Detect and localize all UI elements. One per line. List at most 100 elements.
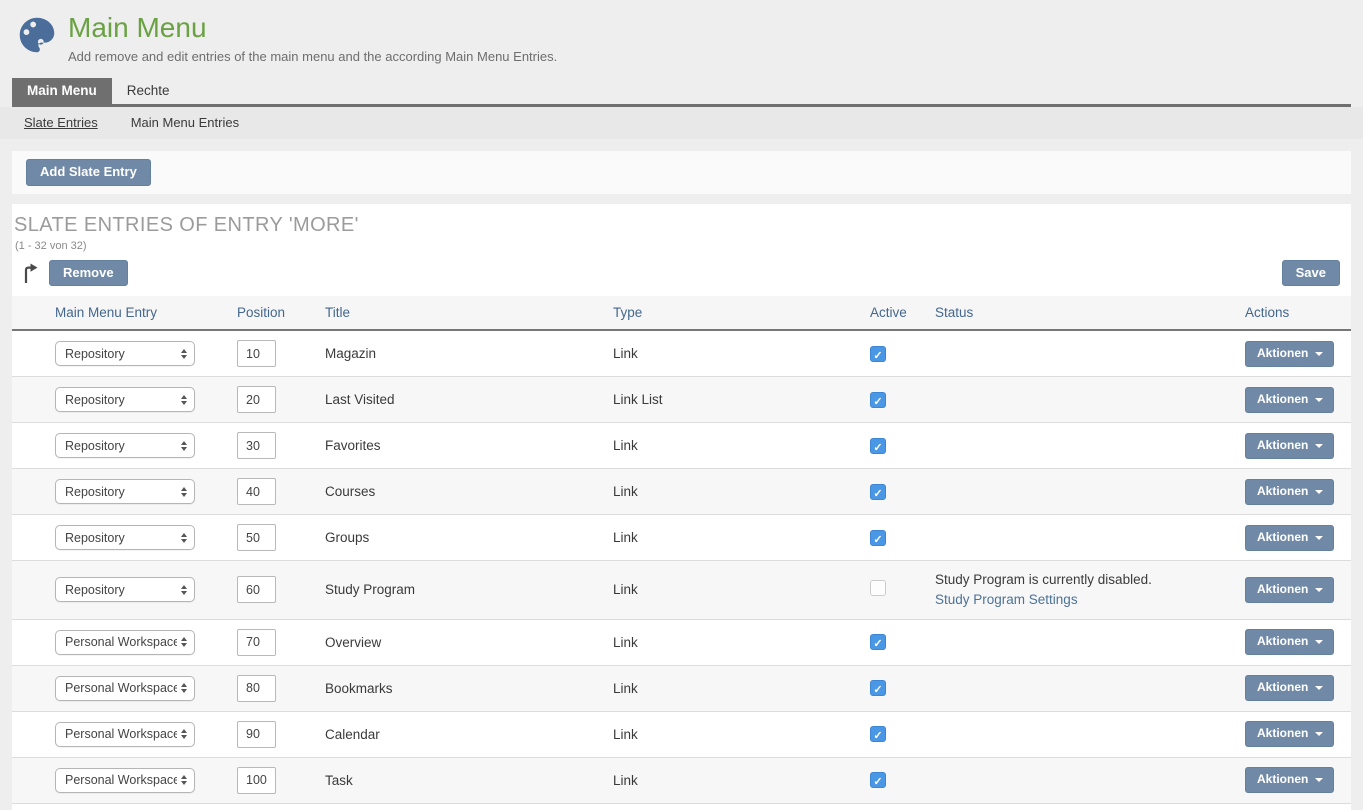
add-slate-entry-button[interactable]: Add Slate Entry	[26, 159, 151, 186]
main-menu-entry-select[interactable]: Repository	[55, 341, 195, 366]
active-checkbox[interactable]	[870, 634, 886, 650]
row-actions-cell: Aktionen	[1245, 515, 1351, 561]
tab-main-menu[interactable]: Main Menu	[12, 78, 112, 104]
position-input[interactable]	[237, 524, 276, 551]
remove-button[interactable]: Remove	[49, 260, 128, 287]
entry-type: Link	[613, 727, 638, 742]
main-menu-entry-select-value: Repository	[65, 393, 125, 407]
page: Main Menu Add remove and edit entries of…	[0, 0, 1363, 810]
active-checkbox[interactable]	[870, 680, 886, 696]
row-entry-cell: Repository	[55, 330, 237, 377]
row-entry-cell: Personal Workspace	[55, 757, 237, 803]
main-menu-entry-select-value: Repository	[65, 485, 125, 499]
row-entry-cell: Repository	[55, 423, 237, 469]
row-position-cell	[237, 515, 325, 561]
row-title-cell: Calendar	[325, 711, 613, 757]
column-header-active: Active	[870, 296, 935, 330]
position-input[interactable]	[237, 721, 276, 748]
actions-dropdown-button[interactable]: Aktionen	[1245, 629, 1334, 654]
subtab-bar: Slate Entries Main Menu Entries	[0, 107, 1363, 139]
position-input[interactable]	[237, 340, 276, 367]
main-menu-entry-select[interactable]: Repository	[55, 433, 195, 458]
tab-rechte[interactable]: Rechte	[112, 78, 185, 104]
active-checkbox[interactable]	[870, 530, 886, 546]
row-active-cell	[870, 619, 935, 665]
column-header-type: Type	[613, 296, 870, 330]
actions-dropdown-button[interactable]: Aktionen	[1245, 479, 1334, 504]
main-menu-entry-select[interactable]: Personal Workspace	[55, 768, 195, 793]
active-checkbox[interactable]	[870, 772, 886, 788]
row-type-cell: Link	[613, 619, 870, 665]
actions-dropdown-button[interactable]: Aktionen	[1245, 341, 1334, 366]
active-checkbox[interactable]	[870, 438, 886, 454]
active-checkbox[interactable]	[870, 484, 886, 500]
row-type-cell: Link	[613, 757, 870, 803]
position-input[interactable]	[237, 478, 276, 505]
row-actions-cell: Aktionen	[1245, 665, 1351, 711]
page-subtitle: Add remove and edit entries of the main …	[68, 49, 557, 64]
section-title: SLATE ENTRIES OF ENTRY 'MORE'	[12, 204, 1351, 237]
row-actions-cell: Aktionen	[1245, 619, 1351, 665]
select-stepper-icon	[181, 487, 187, 497]
column-header-actions: Actions	[1245, 296, 1351, 330]
main-menu-entry-select[interactable]: Repository	[55, 525, 195, 550]
entry-title: Overview	[325, 635, 381, 650]
subtab-main-menu-entries[interactable]: Main Menu Entries	[131, 115, 239, 130]
save-button[interactable]: Save	[1282, 260, 1340, 287]
main-menu-entry-select[interactable]: Repository	[55, 387, 195, 412]
row-entry-cell: Repository	[55, 469, 237, 515]
row-type-cell: Link	[613, 330, 870, 377]
row-actions-cell: Aktionen	[1245, 561, 1351, 619]
entry-type: Link	[613, 681, 638, 696]
position-input[interactable]	[237, 767, 276, 794]
select-stepper-icon	[181, 441, 187, 451]
main-menu-entry-select-value: Repository	[65, 347, 125, 361]
actions-dropdown-button[interactable]: Aktionen	[1245, 387, 1334, 412]
row-entry-cell: Repository	[55, 561, 237, 619]
row-status-cell	[935, 469, 1245, 515]
row-indent-cell	[12, 469, 55, 515]
active-checkbox[interactable]	[870, 392, 886, 408]
position-input[interactable]	[237, 576, 276, 603]
actions-dropdown-button[interactable]: Aktionen	[1245, 525, 1334, 550]
row-active-cell	[870, 515, 935, 561]
active-checkbox[interactable]	[870, 726, 886, 742]
main-menu-entry-select[interactable]: Personal Workspace	[55, 676, 195, 701]
main-menu-entry-select-value: Personal Workspace	[65, 773, 177, 787]
row-position-cell	[237, 330, 325, 377]
row-title-cell: Overview	[325, 619, 613, 665]
position-input[interactable]	[237, 386, 276, 413]
main-menu-entry-select[interactable]: Repository	[55, 577, 195, 602]
actions-dropdown-button[interactable]: Aktionen	[1245, 767, 1334, 792]
row-actions-cell: Aktionen	[1245, 803, 1351, 810]
row-title-cell: Bookmarks	[325, 665, 613, 711]
row-position-cell	[237, 423, 325, 469]
main-menu-entry-select[interactable]: Personal Workspace	[55, 722, 195, 747]
row-type-cell: Link	[613, 665, 870, 711]
actions-dropdown-button[interactable]: Aktionen	[1245, 433, 1334, 458]
actions-dropdown-button[interactable]: Aktionen	[1245, 721, 1334, 746]
actions-dropdown-button[interactable]: Aktionen	[1245, 577, 1334, 602]
main-menu-entry-select[interactable]: Repository	[55, 479, 195, 504]
row-position-cell	[237, 711, 325, 757]
position-input[interactable]	[237, 675, 276, 702]
select-stepper-icon	[181, 729, 187, 739]
main-menu-entry-select[interactable]: Personal Workspace	[55, 630, 195, 655]
table-row: Repository Study Program Link Study Prog…	[12, 561, 1351, 619]
active-checkbox[interactable]	[870, 346, 886, 362]
position-input[interactable]	[237, 432, 276, 459]
caret-down-icon	[1315, 490, 1323, 494]
subtab-slate-entries[interactable]: Slate Entries	[24, 115, 98, 130]
row-title-cell: Courses	[325, 469, 613, 515]
actions-dropdown-button[interactable]: Aktionen	[1245, 675, 1334, 700]
page-header-text: Main Menu Add remove and edit entries of…	[68, 12, 557, 64]
status-link[interactable]: Study Program Settings	[935, 590, 1078, 610]
row-actions-cell: Aktionen	[1245, 711, 1351, 757]
table-header: Main Menu Entry Position Title Type Acti…	[12, 296, 1351, 330]
position-input[interactable]	[237, 629, 276, 656]
row-title-cell: Groups	[325, 515, 613, 561]
row-status-cell	[935, 757, 1245, 803]
entry-title: Calendar	[325, 727, 380, 742]
active-checkbox[interactable]	[870, 580, 886, 596]
row-indent-cell	[12, 515, 55, 561]
